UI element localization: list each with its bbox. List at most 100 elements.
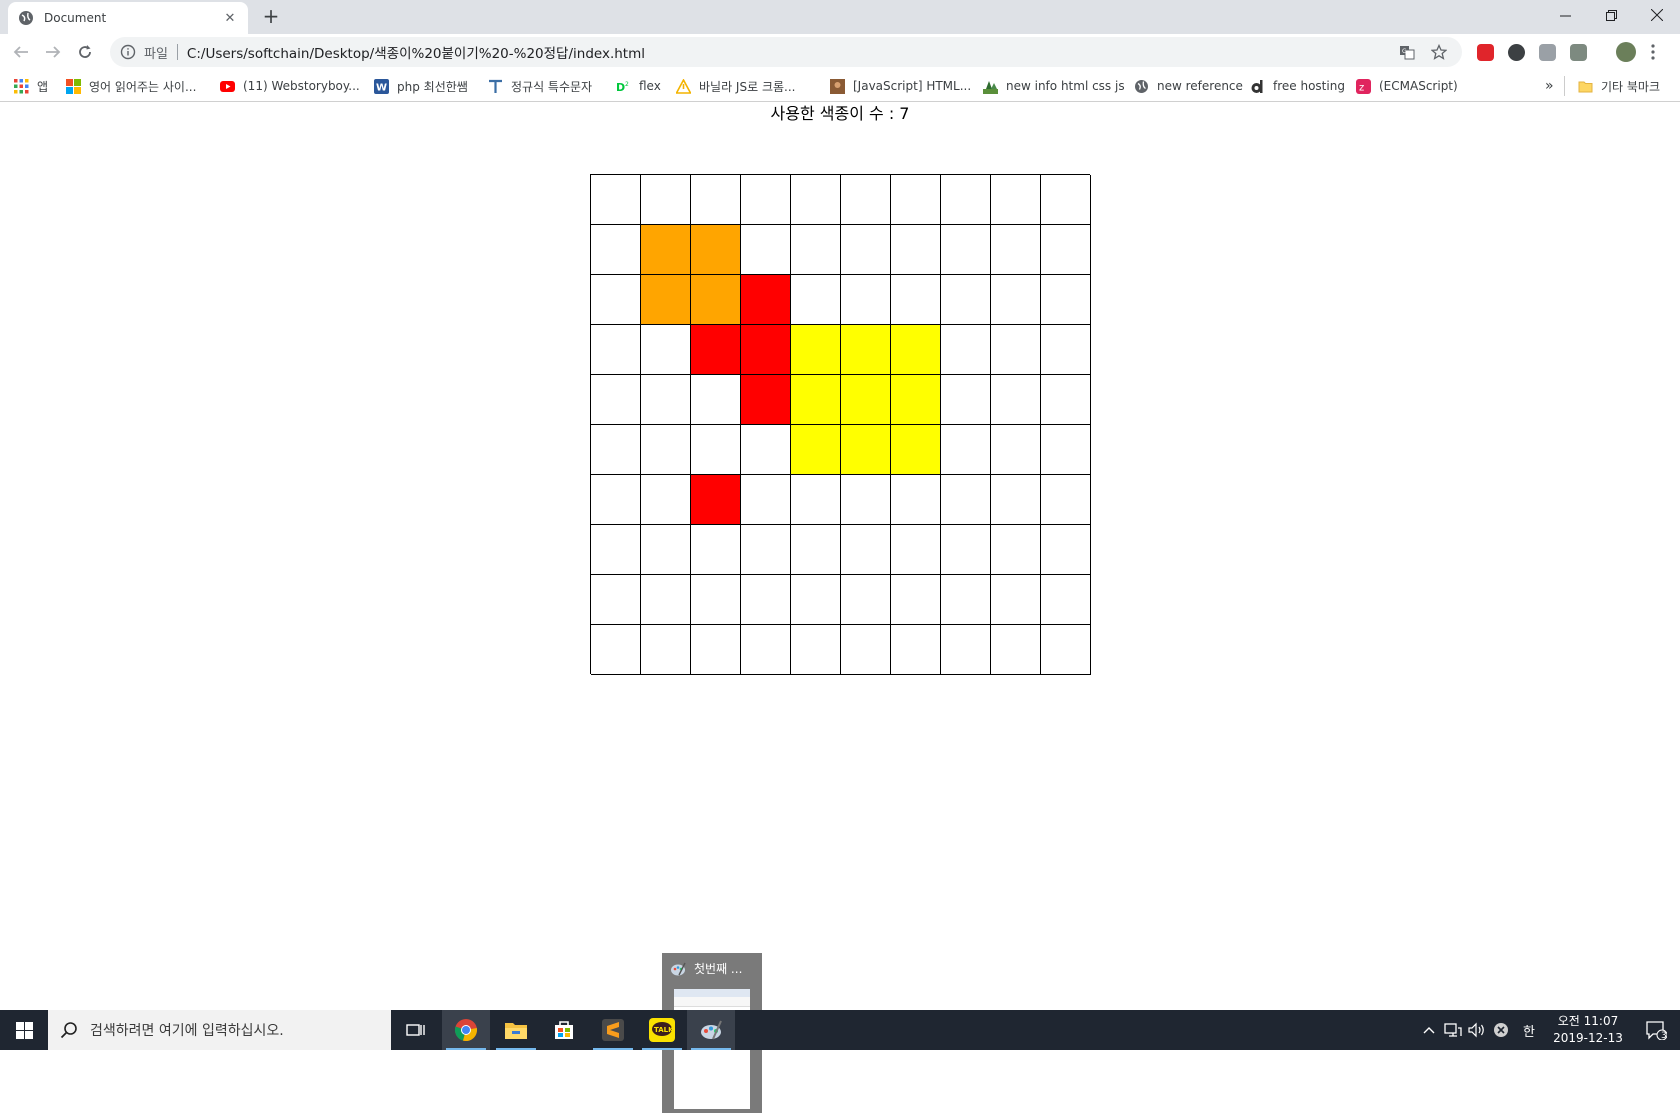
menu-kebab-icon[interactable] — [1650, 43, 1656, 61]
grid-cell[interactable] — [691, 325, 741, 375]
grid-cell[interactable] — [741, 475, 791, 525]
grid-cell[interactable] — [791, 425, 841, 475]
grid-cell[interactable] — [941, 475, 991, 525]
grid-cell[interactable] — [641, 325, 691, 375]
bookmark-vanilla-js[interactable]: 바닐라 JS로 크롬... — [676, 76, 795, 96]
grid-cell[interactable] — [891, 525, 941, 575]
network-icon[interactable] — [1442, 1010, 1464, 1050]
grid-cell[interactable] — [791, 375, 841, 425]
grid-cell[interactable] — [791, 475, 841, 525]
grid-cell[interactable] — [791, 525, 841, 575]
grid-cell[interactable] — [741, 525, 791, 575]
grid-cell[interactable] — [741, 375, 791, 425]
grid-cell[interactable] — [691, 475, 741, 525]
grid-cell[interactable] — [891, 325, 941, 375]
grid-cell[interactable] — [941, 425, 991, 475]
new-tab-button[interactable]: + — [259, 5, 283, 29]
bookmark-star-icon[interactable] — [1430, 43, 1448, 61]
taskbar-search-box[interactable]: 검색하려면 여기에 입력하십시오. — [48, 1010, 391, 1050]
info-icon[interactable] — [120, 44, 136, 60]
grid-cell[interactable] — [941, 175, 991, 225]
tab-document[interactable]: Document ✕ — [8, 2, 248, 34]
translate-icon[interactable]: G — [1398, 43, 1416, 61]
extension-circle-icon[interactable] — [1508, 44, 1525, 61]
grid-cell[interactable] — [641, 625, 691, 675]
grid-cell[interactable] — [641, 575, 691, 625]
close-window-icon[interactable] — [1634, 0, 1680, 30]
address-bar[interactable]: 파일 C:/Users/softchain/Desktop/색종이%20붙이기%… — [110, 37, 1462, 67]
grid-cell[interactable] — [891, 575, 941, 625]
more-bookmarks-chevron-icon[interactable]: » — [1545, 76, 1554, 96]
grid-cell[interactable] — [841, 375, 891, 425]
grid-cell[interactable] — [741, 625, 791, 675]
grid-cell[interactable] — [841, 575, 891, 625]
grid-cell[interactable] — [741, 575, 791, 625]
grid-cell[interactable] — [1041, 525, 1091, 575]
url-text[interactable]: C:/Users/softchain/Desktop/색종이%20붙이기%20-… — [187, 42, 1398, 62]
grid-cell[interactable] — [891, 175, 941, 225]
file-explorer-icon[interactable] — [492, 1010, 540, 1050]
bookmark-other[interactable]: 기타 북마크 — [1578, 76, 1660, 96]
grid-cell[interactable] — [991, 525, 1041, 575]
paint-taskbar-icon[interactable] — [687, 1010, 735, 1050]
forward-arrow-icon[interactable] — [40, 39, 66, 65]
action-center-icon[interactable]: 3 — [1636, 1010, 1676, 1050]
grid-cell[interactable] — [1041, 325, 1091, 375]
grid-cell[interactable] — [841, 425, 891, 475]
grid-cell[interactable] — [991, 425, 1041, 475]
grid-cell[interactable] — [991, 275, 1041, 325]
grid-cell[interactable] — [641, 175, 691, 225]
grid-cell[interactable] — [691, 275, 741, 325]
volume-icon[interactable] — [1466, 1010, 1488, 1050]
chrome-taskbar-icon[interactable] — [442, 1010, 490, 1050]
grid-cell[interactable] — [891, 425, 941, 475]
extension-photo-icon[interactable] — [1570, 44, 1587, 61]
restore-icon[interactable] — [1588, 0, 1634, 30]
grid-cell[interactable] — [591, 375, 641, 425]
grid-cell[interactable] — [641, 475, 691, 525]
grid-cell[interactable] — [791, 325, 841, 375]
extension-gray-icon[interactable] — [1539, 44, 1556, 61]
grid-cell[interactable] — [991, 375, 1041, 425]
grid-cell[interactable] — [1041, 375, 1091, 425]
grid-cell[interactable] — [941, 225, 991, 275]
grid-cell[interactable] — [641, 425, 691, 475]
grid-cell[interactable] — [691, 425, 741, 475]
grid-cell[interactable] — [641, 275, 691, 325]
grid-cell[interactable] — [891, 225, 941, 275]
grid-cell[interactable] — [1041, 225, 1091, 275]
grid-cell[interactable] — [691, 225, 741, 275]
grid-cell[interactable] — [641, 375, 691, 425]
minimize-icon[interactable] — [1542, 0, 1588, 30]
grid-cell[interactable] — [591, 575, 641, 625]
grid-cell[interactable] — [1041, 575, 1091, 625]
show-hidden-icons-chevron-icon[interactable] — [1420, 1010, 1438, 1050]
grid-cell[interactable] — [841, 525, 891, 575]
grid-cell[interactable] — [891, 625, 941, 675]
grid-cell[interactable] — [891, 375, 941, 425]
grid-cell[interactable] — [591, 625, 641, 675]
system-clock[interactable]: 오전 11:07 2019-12-13 — [1548, 1013, 1628, 1047]
grid-cell[interactable] — [741, 275, 791, 325]
grid-cell[interactable] — [791, 175, 841, 225]
grid-cell[interactable] — [641, 525, 691, 575]
grid-cell[interactable] — [691, 625, 741, 675]
grid-cell[interactable] — [841, 225, 891, 275]
grid-cell[interactable] — [591, 525, 641, 575]
bookmark-free-hosting[interactable]: free hosting — [1250, 76, 1345, 96]
grid-cell[interactable] — [841, 325, 891, 375]
grid-cell[interactable] — [841, 625, 891, 675]
grid-cell[interactable] — [691, 575, 741, 625]
bookmark-apps[interactable]: 앱 — [14, 76, 48, 96]
task-view-icon[interactable] — [392, 1010, 440, 1050]
grid-cell[interactable] — [1041, 625, 1091, 675]
grid-cell[interactable] — [941, 325, 991, 375]
grid-cell[interactable] — [691, 525, 741, 575]
bookmark-regex[interactable]: 정규식 특수문자 — [488, 76, 592, 96]
grid-cell[interactable] — [991, 625, 1041, 675]
grid-cell[interactable] — [591, 425, 641, 475]
grid-cell[interactable] — [991, 475, 1041, 525]
grid-cell[interactable] — [591, 325, 641, 375]
grid-cell[interactable] — [791, 575, 841, 625]
bookmark-english[interactable]: 영어 읽어주는 사이... — [66, 76, 196, 96]
